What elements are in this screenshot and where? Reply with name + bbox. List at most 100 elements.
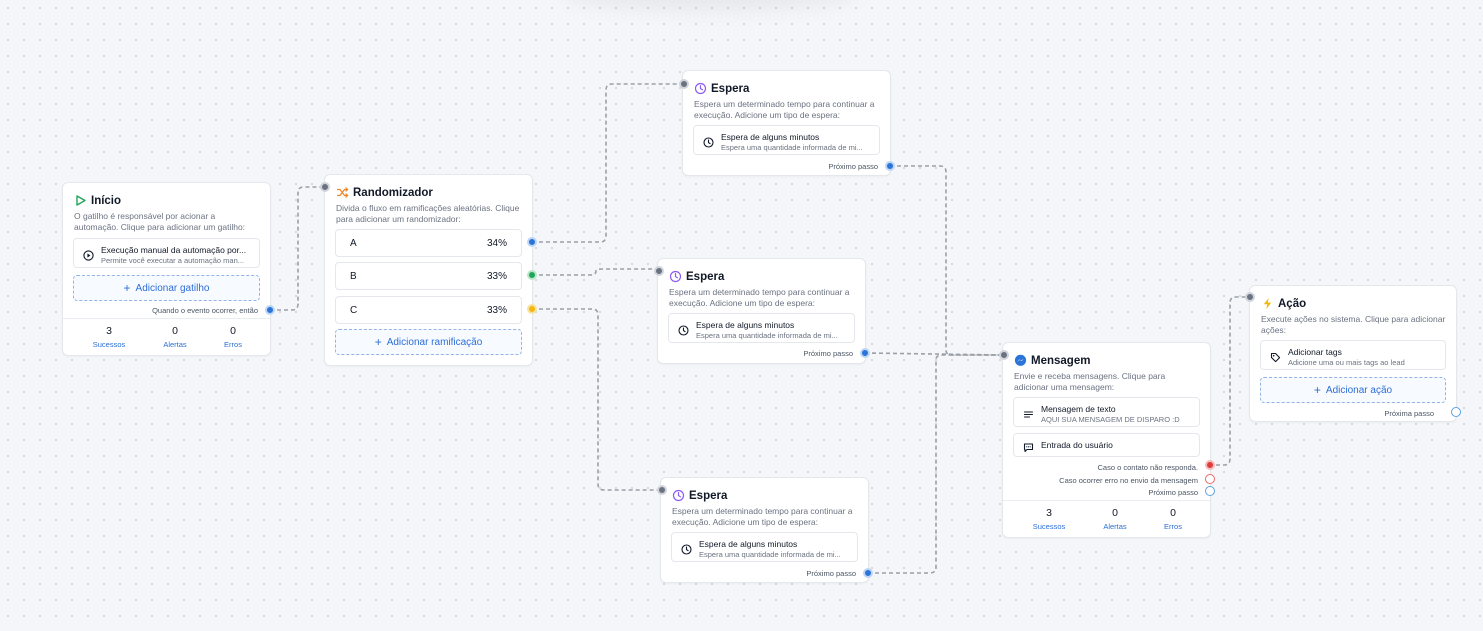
- espera-3-output-port[interactable]: [863, 568, 873, 578]
- stat-label[interactable]: Sucessos: [1019, 522, 1079, 531]
- node-mensagem[interactable]: Mensagem Envie e receba mensagens. Cliqu…: [1002, 342, 1211, 538]
- action-item-title: Adicionar tags: [1288, 347, 1342, 357]
- action-item-subtitle: Adicione uma ou mais tags ao lead: [1288, 358, 1405, 367]
- add-action-button[interactable]: + Adicionar ação: [1260, 377, 1446, 403]
- edge-espera2-mensagem: [864, 352, 1005, 356]
- stat-erros: 0 Erros: [1143, 507, 1203, 531]
- action-tag-item[interactable]: Adicionar tags Adicione uma ou mais tags…: [1260, 340, 1446, 370]
- edge-a-espera1: [532, 83, 684, 243]
- stat-sucessos: 3 Sucessos: [1019, 507, 1079, 531]
- output-label-send-error: Caso ocorrer erro no envio da mensagem: [1059, 476, 1198, 485]
- trigger-item-title: Execução manual da automação por...: [101, 245, 247, 255]
- node-title: Randomizador: [336, 186, 433, 199]
- stat-value: 0: [1112, 507, 1118, 519]
- stat-value: 0: [230, 325, 236, 337]
- wait-item-subtitle: Espera uma quantidade informada de mi...: [696, 331, 838, 340]
- branch-b-port[interactable]: [527, 270, 537, 280]
- output-label-no-response: Caso o contato não responda.: [1097, 463, 1199, 472]
- stat-label[interactable]: Erros: [203, 340, 263, 349]
- branch-a[interactable]: A 34%: [335, 229, 522, 257]
- tag-icon: [1270, 350, 1281, 363]
- espera-2-output-port[interactable]: [860, 348, 870, 358]
- add-branch-button[interactable]: + Adicionar ramificação: [335, 329, 522, 355]
- node-title: Mensagem: [1014, 354, 1090, 367]
- espera-1-output-port[interactable]: [885, 161, 895, 171]
- stat-value: 0: [1170, 507, 1176, 519]
- add-trigger-button[interactable]: + Adicionar gatilho: [73, 275, 260, 301]
- output-label: Próximo passo: [828, 162, 878, 171]
- espera-1-input-port[interactable]: [679, 79, 689, 89]
- clock-icon: [681, 542, 692, 555]
- play-circle-icon: [83, 248, 94, 261]
- acao-next-port[interactable]: [1451, 407, 1461, 417]
- output-label: Próxima passo: [1384, 409, 1434, 418]
- node-title: Espera: [694, 82, 749, 95]
- stat-value: 3: [1046, 507, 1052, 519]
- stat-sucessos: 3 Sucessos: [79, 325, 139, 349]
- chat-bubble-icon: [1023, 440, 1034, 453]
- output-label: Quando o evento ocorrer, então: [152, 306, 258, 315]
- no-response-port[interactable]: [1205, 460, 1215, 470]
- branch-a-port[interactable]: [527, 237, 537, 247]
- wait-item[interactable]: Espera de alguns minutos Espera uma quan…: [671, 532, 858, 562]
- edge-espera1-mensagem: [890, 165, 1004, 356]
- stat-label[interactable]: Alertas: [1085, 522, 1145, 531]
- node-randomizador[interactable]: Randomizador Divida o fluxo em ramificaç…: [324, 174, 533, 366]
- wait-item[interactable]: Espera de alguns minutos Espera uma quan…: [668, 313, 855, 343]
- mensagem-next-port[interactable]: [1205, 486, 1215, 496]
- inicio-output-port[interactable]: [265, 305, 275, 315]
- node-description: Espera um determinado tempo para continu…: [669, 287, 850, 308]
- clock-icon: [703, 135, 714, 148]
- stats-bar: 3 Sucessos 0 Alertas 0 Erros: [1003, 500, 1210, 537]
- add-trigger-label: Adicionar gatilho: [135, 282, 210, 294]
- edge-espera3-mensagem: [868, 354, 1004, 574]
- node-inicio[interactable]: Início O gatilho é responsável por acion…: [62, 182, 271, 356]
- wait-item-title: Espera de alguns minutos: [721, 132, 820, 142]
- stat-alertas: 0 Alertas: [145, 325, 205, 349]
- node-title: Ação: [1261, 297, 1306, 310]
- stats-bar: 3 Sucessos 0 Alertas 0 Erros: [63, 318, 270, 355]
- clock-icon: [694, 82, 707, 95]
- add-branch-label: Adicionar ramificação: [386, 336, 483, 348]
- shuffle-icon: [336, 186, 349, 199]
- node-espera-2[interactable]: Espera Espera um determinado tempo para …: [657, 258, 866, 364]
- node-espera-1[interactable]: Espera Espera um determinado tempo para …: [682, 70, 891, 176]
- user-input-item-title: Entrada do usuário: [1041, 440, 1113, 450]
- node-title: Início: [74, 194, 121, 207]
- node-description: Divida o fluxo em ramificações aleatória…: [336, 203, 520, 224]
- espera-3-input-port[interactable]: [657, 485, 667, 495]
- branch-label: C: [350, 305, 358, 316]
- trigger-item[interactable]: Execução manual da automação por... Perm…: [73, 238, 260, 268]
- branch-b[interactable]: B 33%: [335, 262, 522, 290]
- randomizador-input-port[interactable]: [320, 182, 330, 192]
- edge-b-espera2: [532, 268, 659, 276]
- espera-2-input-port[interactable]: [654, 266, 664, 276]
- branch-label: A: [350, 238, 357, 249]
- stat-label[interactable]: Alertas: [145, 340, 205, 349]
- stat-label[interactable]: Erros: [1143, 522, 1203, 531]
- wait-item-subtitle: Espera uma quantidade informada de mi...: [721, 143, 863, 152]
- plus-icon: +: [123, 281, 131, 295]
- node-description: Espera um determinado tempo para continu…: [672, 506, 853, 527]
- play-icon: [74, 194, 87, 207]
- output-label-next-step: Próximo passo: [1148, 488, 1198, 497]
- branch-c[interactable]: C 33%: [335, 296, 522, 324]
- node-description: Envie e receba mensagens. Clique para ad…: [1014, 371, 1166, 392]
- mensagem-input-port[interactable]: [999, 350, 1009, 360]
- branch-percent: 33%: [486, 305, 507, 316]
- messenger-icon: [1014, 354, 1027, 367]
- plus-icon: +: [1313, 383, 1321, 397]
- node-acao[interactable]: Ação Execute ações no sistema. Clique pa…: [1249, 285, 1457, 422]
- user-input-item[interactable]: Entrada do usuário: [1013, 433, 1200, 457]
- wait-item[interactable]: Espera de alguns minutos Espera uma quan…: [693, 125, 880, 155]
- branch-c-port[interactable]: [527, 304, 537, 314]
- stat-label[interactable]: Sucessos: [79, 340, 139, 349]
- message-text-item[interactable]: Mensagem de texto AQUI SUA MENSAGEM DE D…: [1013, 397, 1200, 427]
- branch-label: B: [350, 271, 357, 282]
- acao-input-port[interactable]: [1245, 292, 1255, 302]
- node-title: Espera: [669, 270, 724, 283]
- node-espera-3[interactable]: Espera Espera um determinado tempo para …: [660, 477, 869, 583]
- clock-icon: [672, 489, 685, 502]
- send-error-port[interactable]: [1205, 474, 1215, 484]
- message-item-subtitle: AQUI SUA MENSAGEM DE DISPARO :D: [1041, 415, 1180, 424]
